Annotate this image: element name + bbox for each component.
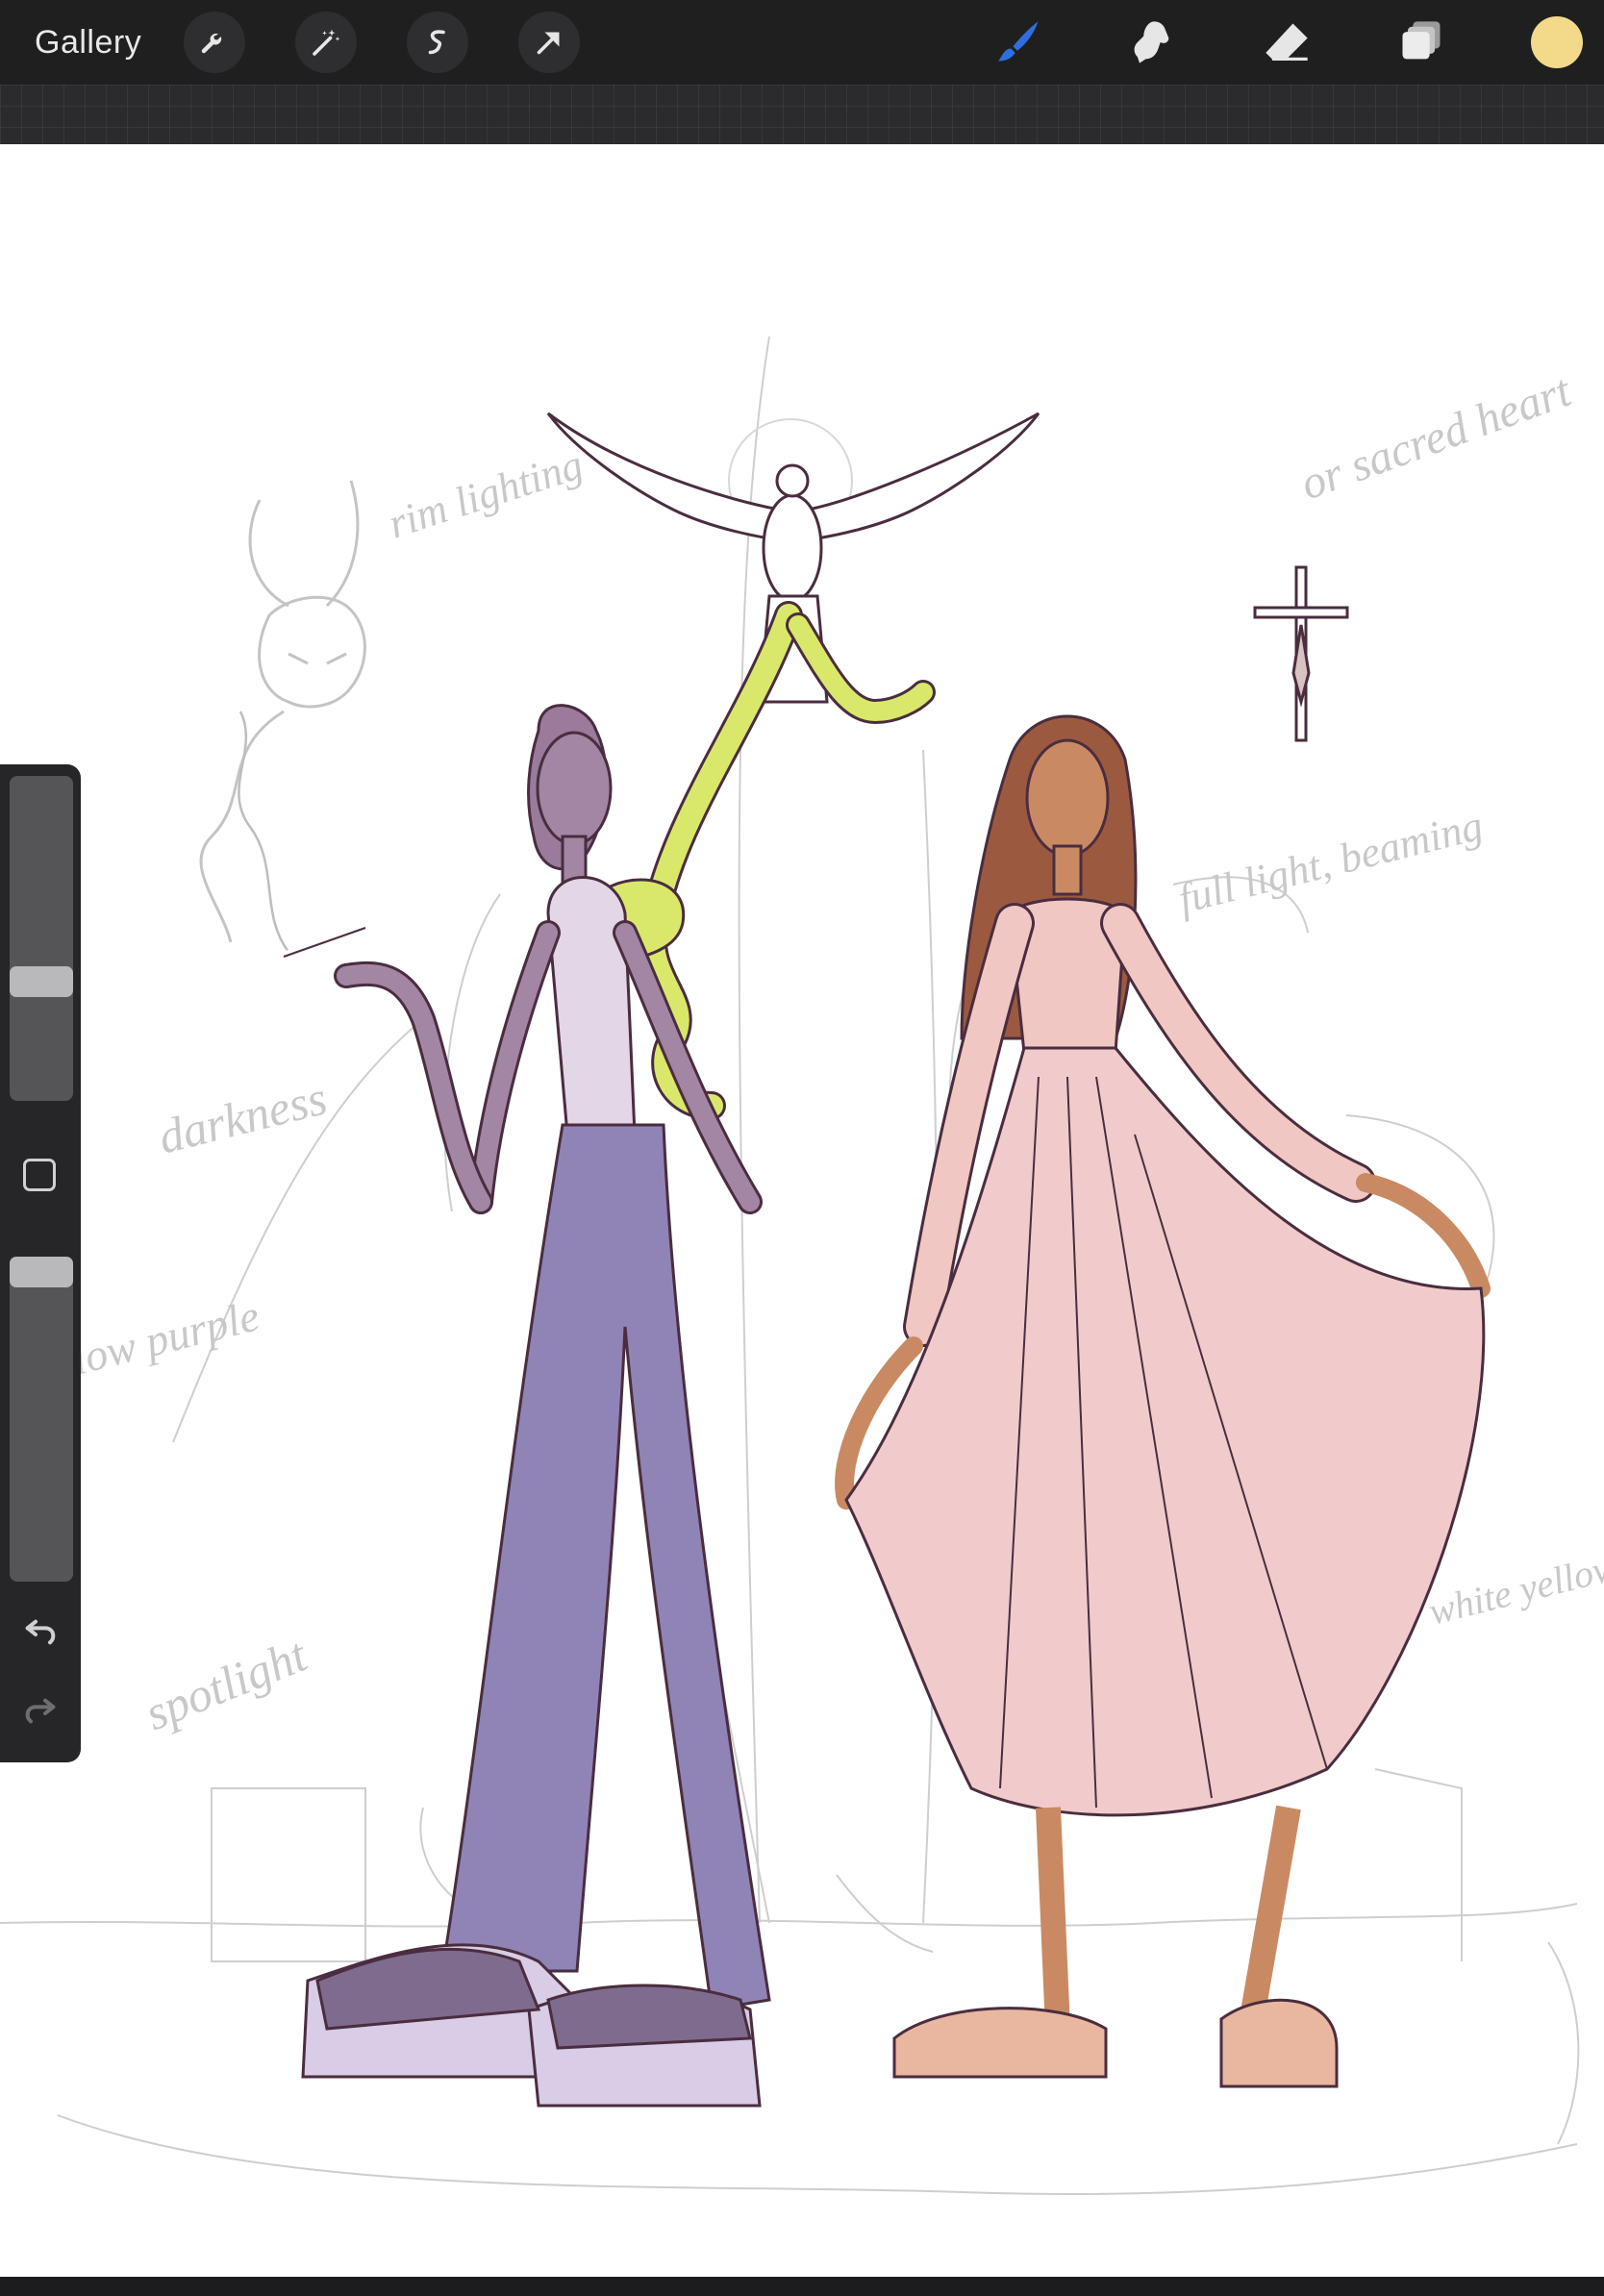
smudge-tool-button[interactable] bbox=[1123, 13, 1181, 71]
left-sidebar bbox=[0, 764, 81, 1762]
redo-button[interactable] bbox=[21, 1689, 60, 1728]
transform-button[interactable] bbox=[518, 12, 580, 73]
brush-size-slider[interactable] bbox=[10, 776, 73, 1101]
layers-button[interactable] bbox=[1392, 13, 1450, 71]
smudge-icon bbox=[1134, 21, 1169, 63]
opacity-slider[interactable] bbox=[10, 1257, 73, 1582]
note-sacred-heart: or sacred heart bbox=[1294, 364, 1579, 510]
redo-icon bbox=[25, 1698, 56, 1724]
toolbar-grid-strip bbox=[0, 85, 1604, 146]
brush-tool-button[interactable] bbox=[990, 13, 1048, 71]
top-toolbar: Gallery bbox=[0, 0, 1604, 85]
artwork: rim lighting or sacred heart full light,… bbox=[0, 336, 1604, 2195]
undo-button[interactable] bbox=[21, 1610, 60, 1649]
brush-size-thumb[interactable] bbox=[10, 966, 73, 997]
actions-button[interactable] bbox=[184, 12, 245, 73]
opacity-thumb[interactable] bbox=[10, 1257, 73, 1287]
note-full-light: full light, beaming bbox=[1174, 802, 1488, 923]
adjustments-button[interactable] bbox=[295, 12, 357, 73]
eraser-tool-button[interactable] bbox=[1258, 13, 1316, 71]
procreate-app: Gallery rim lighting or sacred heart ful… bbox=[0, 0, 1604, 2296]
brush-icon bbox=[998, 21, 1039, 62]
gallery-button[interactable]: Gallery bbox=[35, 21, 141, 63]
note-spotlight: spotlight bbox=[138, 1627, 314, 1740]
eraser-icon bbox=[1266, 23, 1308, 61]
note-rim-lighting: rim lighting bbox=[383, 440, 589, 547]
selection-icon bbox=[428, 30, 445, 55]
color-picker-button[interactable] bbox=[1531, 16, 1583, 68]
modify-square-icon[interactable] bbox=[23, 1159, 56, 1191]
note-low-purple: low purple bbox=[67, 1290, 264, 1384]
layers-icon bbox=[1402, 21, 1441, 60]
undo-icon bbox=[25, 1619, 56, 1645]
wrench-icon bbox=[201, 33, 222, 54]
magic-wand-icon bbox=[313, 29, 340, 56]
arrow-icon bbox=[537, 32, 560, 55]
bottom-edge bbox=[0, 2277, 1604, 2296]
drawing-canvas[interactable]: rim lighting or sacred heart full light,… bbox=[0, 144, 1604, 2277]
note-white-yellow-gold: white yellow gold bbox=[1424, 1526, 1604, 1634]
note-darkness: darkness bbox=[153, 1070, 332, 1163]
selection-button[interactable] bbox=[407, 12, 468, 73]
